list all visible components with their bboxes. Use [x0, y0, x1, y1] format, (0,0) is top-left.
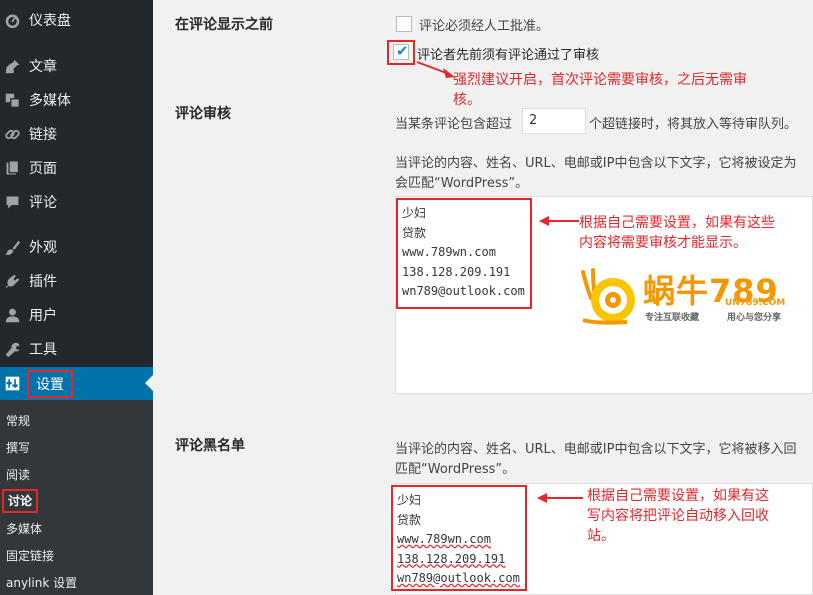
sidebar-item-label: 设置	[27, 369, 73, 398]
sidebar-item-settings[interactable]: 设置	[0, 367, 153, 400]
submenu-anylink[interactable]: anylink 设置	[6, 574, 77, 592]
links-threshold-suffix: 个超链接时，将其放入等待审队列。	[589, 117, 798, 132]
sidebar-item-label: 链接	[29, 127, 57, 143]
sidebar-item-plugins[interactable]: 插件	[0, 266, 153, 296]
moderation-keys-content: 少妇 贷款 www.789wn.com 138.128.209.191 wn78…	[396, 198, 532, 309]
max-links-input[interactable]: 2	[522, 108, 586, 134]
keyword: 贷款	[397, 512, 422, 527]
sidebar-item-posts[interactable]: 文章	[0, 51, 153, 81]
sidebar-item-appearance[interactable]: 外观	[0, 232, 153, 262]
sidebar-item-label: 插件	[29, 274, 57, 290]
submenu-reading[interactable]: 阅读	[6, 466, 30, 484]
sidebar-item-label: 页面	[29, 161, 57, 177]
keyword: 贷款	[402, 225, 427, 240]
annotation-blacklist: 根据自己需要设置，如果有这 写内容将把评论自动移入回收 站。	[587, 488, 769, 544]
annotation-recommend: 强烈建议开启，首次评论需要审核，之后无需审 核。	[453, 72, 747, 108]
blacklist-label: 评论黑名单	[175, 438, 245, 454]
sidebar-item-label: 工具	[29, 342, 57, 358]
keyword: wn789@outlook.com	[397, 571, 520, 585]
blacklist-keys-content: 少妇 贷款 www.789wn.com 138.128.209.191 wn78…	[391, 485, 527, 591]
wrench-icon	[3, 340, 21, 358]
sidebar-item-label: 仪表盘	[29, 13, 71, 29]
manual-approval-label: 评论必须经人工批准。	[419, 19, 550, 34]
plugin-icon	[3, 272, 21, 290]
submenu-permalinks[interactable]: 固定链接	[6, 547, 54, 565]
before-comment-label: 在评论显示之前	[175, 17, 273, 33]
settings-icon	[3, 375, 21, 393]
site-logo: 蜗牛789 UN789.COM 专注互联收藏 用心与您分享	[575, 268, 805, 328]
moderation-desc-line2: 会匹配“WordPress”。	[395, 176, 529, 191]
arrow-icon	[539, 216, 579, 226]
sidebar-item-label: 评论	[29, 195, 57, 211]
page-icon	[3, 159, 21, 177]
submenu-discussion[interactable]: 讨论	[2, 489, 39, 513]
manual-approval-checkbox[interactable]	[396, 16, 412, 32]
keyword: wn789@outlook.com	[402, 284, 525, 298]
sidebar-item-pages[interactable]: 页面	[0, 153, 153, 183]
keyword: 少妇	[402, 206, 427, 220]
pin-icon	[3, 57, 21, 75]
links-threshold-prefix: 当某条评论包含超过	[395, 117, 513, 132]
link-icon	[3, 125, 21, 143]
sidebar-item-users[interactable]: 用户	[0, 300, 153, 330]
logo-slogan-2: 用心与您分享	[727, 313, 782, 323]
snail-logo-icon	[581, 268, 635, 325]
admin-sidebar: 仪表盘 文章 多媒体 链接 页面 评论 外观 插件 用户 工具 设置 常规 撰写…	[0, 0, 153, 595]
sidebar-item-label: 文章	[29, 59, 57, 75]
keyword: www.789wn.com	[402, 245, 496, 259]
keyword: 138.128.209.191	[402, 264, 511, 279]
user-icon	[3, 306, 21, 324]
media-icon	[3, 91, 21, 109]
moderation-label: 评论审核	[175, 106, 231, 122]
submenu-writing[interactable]: 撰写	[6, 439, 30, 457]
blacklist-desc-line1: 当评论的内容、姓名、URL、电邮或IP中包含以下文字，它将被移入回	[395, 442, 797, 457]
submenu-general[interactable]: 常规	[6, 412, 30, 430]
sidebar-item-label: 多媒体	[29, 93, 71, 109]
logo-domain: UN789.COM	[725, 298, 786, 308]
discussion-settings-main: 在评论显示之前 评论必须经人工批准。 ✔ 评论者先前须有评论通过了审核 强烈建议…	[153, 0, 813, 595]
settings-submenu: 常规 撰写 阅读 讨论 多媒体 固定链接 anylink 设置	[0, 400, 153, 595]
arrow-icon	[537, 493, 583, 503]
previously-approved-checkbox[interactable]: ✔	[393, 42, 409, 60]
sidebar-item-dashboard[interactable]: 仪表盘	[0, 5, 153, 35]
logo-slogan-1: 专注互联收藏	[645, 313, 700, 323]
sidebar-item-links[interactable]: 链接	[0, 119, 153, 149]
moderation-desc-line1: 当评论的内容、姓名、URL、电邮或IP中包含以下文字，它将被设定为	[395, 156, 797, 171]
checkmark-icon: ✔	[396, 42, 409, 60]
keyword: 少妇	[397, 493, 422, 507]
sidebar-item-media[interactable]: 多媒体	[0, 85, 153, 115]
brush-icon	[3, 238, 21, 256]
annotation-moderation: 根据自己需要设置，如果有这些 内容将需要审核才能显示。	[579, 215, 775, 251]
sidebar-item-label: 外观	[29, 240, 57, 256]
sidebar-item-tools[interactable]: 工具	[0, 334, 153, 364]
comment-icon	[3, 193, 21, 211]
sidebar-item-comments[interactable]: 评论	[0, 187, 153, 217]
submenu-media[interactable]: 多媒体	[6, 520, 42, 538]
dashboard-icon	[3, 11, 21, 29]
keyword: www.789wn.com	[397, 532, 491, 546]
keyword: 138.128.209.191	[397, 551, 506, 566]
sidebar-item-label: 用户	[29, 308, 57, 324]
blacklist-desc-line2: 匹配“WordPress”。	[395, 462, 516, 477]
